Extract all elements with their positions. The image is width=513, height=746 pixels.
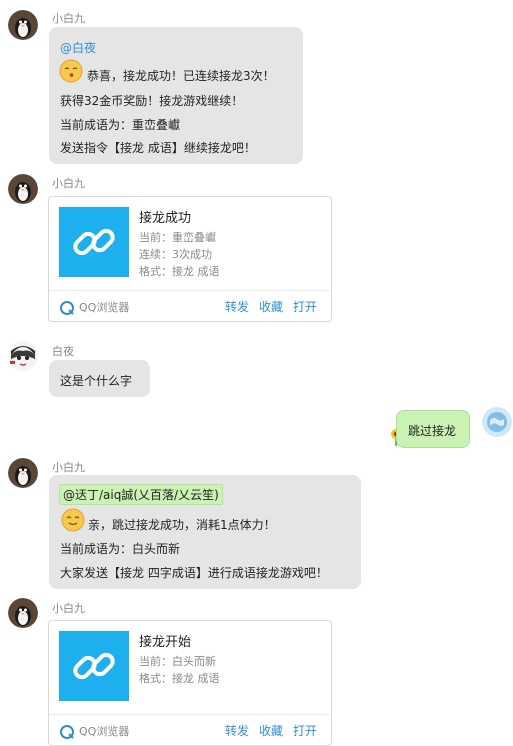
penguin-avatar-icon xyxy=(8,458,38,488)
message-bubble[interactable]: @迗丁/aiq誠(乂百落/乂云笙) 亲，跳过接龙成功，消耗1点体力！ 当前成语为… xyxy=(49,475,361,589)
card-line: 格式：接龙 成语 xyxy=(139,672,220,685)
penguin-avatar[interactable] xyxy=(8,598,38,628)
globe-avatar-icon xyxy=(482,407,512,437)
share-card[interactable]: 接龙成功 当前：重峦叠巘 连续：3次成功 格式：接龙 成语 QQ浏览器 转发 收… xyxy=(48,196,332,322)
message-line: 获得32金币奖励！接龙游戏继续！ xyxy=(60,94,244,108)
message-bubble[interactable]: @白夜 恭喜，接龙成功！已连续接龙3次！ 获得32金币奖励！接龙游戏继续！ 当前… xyxy=(49,27,303,164)
mention-text[interactable]: @白夜 xyxy=(60,39,96,56)
open-button[interactable]: 打开 xyxy=(293,298,317,315)
link-icon xyxy=(73,652,115,680)
message-line: 当前成语为：白头而新 xyxy=(60,542,181,556)
mention-text[interactable]: @迗丁/aiq誠(乂百落/乂云笙) xyxy=(59,484,223,505)
smile-emoji-icon xyxy=(61,508,85,535)
card-title: 接龙开始 xyxy=(139,635,192,650)
penguin-avatar[interactable] xyxy=(8,174,38,204)
forward-button[interactable]: 转发 xyxy=(225,298,249,315)
message-line: 这是个什么字 xyxy=(60,374,133,388)
card-source: QQ浏览器 xyxy=(79,725,130,738)
card-title: 接龙成功 xyxy=(139,211,192,226)
share-card[interactable]: 接龙开始 当前：白头而新 格式：接龙 成语 QQ浏览器 转发 收藏 打开 xyxy=(48,620,332,746)
card-footer: QQ浏览器 转发 收藏 打开 xyxy=(49,290,331,321)
penguin-avatar[interactable] xyxy=(8,458,38,488)
sender-name: 小白九 xyxy=(52,12,85,25)
anime-avatar[interactable] xyxy=(8,341,38,371)
card-line: 当前：重峦叠巘 xyxy=(139,231,216,244)
globe-avatar[interactable] xyxy=(482,407,512,437)
sender-name: 小白九 xyxy=(52,602,85,615)
message-bubble[interactable]: 这是个什么字 xyxy=(49,360,150,397)
penguin-avatar-icon xyxy=(8,174,38,204)
message-line: 恭喜，接龙成功！已连续接龙3次！ xyxy=(87,69,275,83)
card-footer: QQ浏览器 转发 收藏 打开 xyxy=(49,714,331,745)
kiss-emoji-icon xyxy=(59,59,83,86)
card-line: 连续：3次成功 xyxy=(139,248,212,261)
link-icon xyxy=(73,228,115,256)
sender-name: 白夜 xyxy=(52,345,74,358)
message-line: 跳过接龙 xyxy=(408,424,457,438)
qq-browser-icon xyxy=(60,300,74,319)
link-thumbnail xyxy=(59,207,129,277)
anime-avatar-icon xyxy=(8,341,38,371)
penguin-avatar[interactable] xyxy=(8,10,38,40)
card-line: 当前：白头而新 xyxy=(139,655,216,668)
open-button[interactable]: 打开 xyxy=(293,722,317,739)
penguin-avatar-icon xyxy=(8,10,38,40)
message-line: 发送指令【接龙 成语】继续接龙吧！ xyxy=(60,141,256,155)
card-source: QQ浏览器 xyxy=(79,301,130,314)
forward-button[interactable]: 转发 xyxy=(225,722,249,739)
link-thumbnail xyxy=(59,631,129,701)
card-line: 格式：接龙 成语 xyxy=(139,265,220,278)
message-line: 当前成语为：重峦叠巘 xyxy=(60,118,181,132)
sender-name: 小白九 xyxy=(52,177,85,190)
self-message-bubble[interactable]: 跳过接龙 xyxy=(396,410,470,448)
penguin-avatar-icon xyxy=(8,598,38,628)
sender-name: 小白九 xyxy=(52,461,85,474)
message-line: 大家发送【接龙 四字成语】进行成语接龙游戏吧！ xyxy=(60,566,328,580)
message-line: 亲，跳过接龙成功，消耗1点体力！ xyxy=(88,518,276,532)
favorite-button[interactable]: 收藏 xyxy=(259,298,283,315)
favorite-button[interactable]: 收藏 xyxy=(259,722,283,739)
